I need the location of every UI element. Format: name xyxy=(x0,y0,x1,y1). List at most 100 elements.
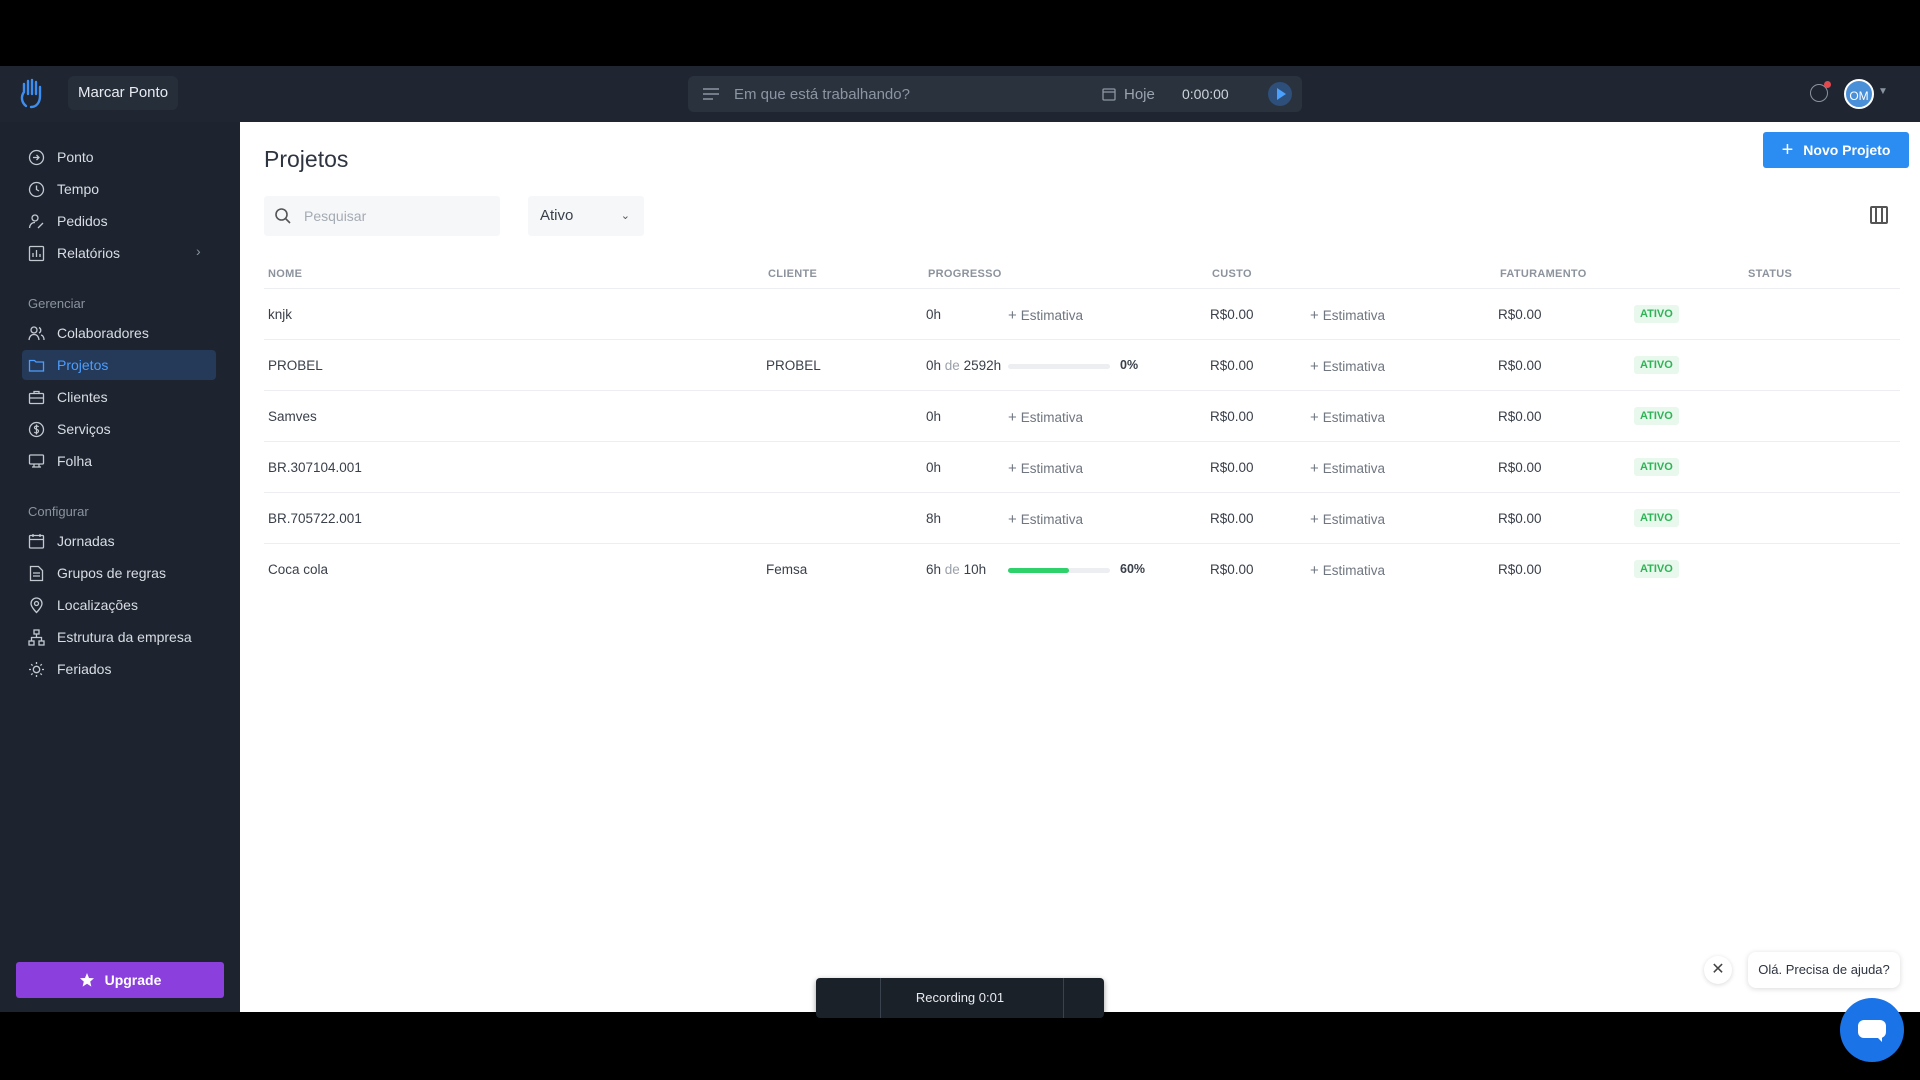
progress-hours-total: 10h xyxy=(963,562,987,577)
sidebar-item-projetos[interactable]: Projetos xyxy=(22,350,216,380)
table-row[interactable]: BR.705722.001 8h + Estimativa R$0.00 + Estimat… xyxy=(264,492,1900,543)
section-configurar: Configurar xyxy=(28,504,89,519)
column-header-cliente[interactable]: CLIENTE xyxy=(768,268,817,280)
project-billing: R$0.00 xyxy=(1498,511,1542,526)
cost-estimate-button[interactable]: + Estimativa xyxy=(1310,562,1385,579)
cost-estimate-button[interactable]: + Estimativa xyxy=(1310,307,1385,324)
sidebar-item-feriados[interactable]: Feriados xyxy=(22,654,216,684)
table-row[interactable]: Coca cola Femsa 6h de 10h 60% R$0.00 + Estimat… xyxy=(264,543,1900,594)
project-name[interactable]: Coca cola xyxy=(268,562,328,577)
location-pin-icon xyxy=(30,596,43,613)
estimate-label: Estimativa xyxy=(1322,512,1386,527)
progress-hours: 0h xyxy=(926,307,942,322)
sidebar-item-jornadas[interactable]: Jornadas xyxy=(22,526,216,556)
sidebar-item-clientes[interactable]: Clientes xyxy=(22,382,216,412)
progress-percent: 60% xyxy=(1120,562,1146,576)
section-gerenciar: Gerenciar xyxy=(28,296,86,311)
cost-estimate-button[interactable]: + Estimativa xyxy=(1310,460,1385,477)
help-notification-icon[interactable] xyxy=(1810,81,1831,102)
progress-hours-total: 2592h xyxy=(963,358,1002,373)
cost-estimate-button[interactable]: + Estimativa xyxy=(1310,409,1385,426)
progress-percent: 0% xyxy=(1120,358,1139,372)
briefcase-icon xyxy=(28,390,45,404)
column-header-status[interactable]: STATUS xyxy=(1748,268,1792,280)
status-filter-value: Ativo xyxy=(540,207,574,224)
marcar-ponto-button[interactable]: Marcar Ponto xyxy=(68,76,179,110)
progress-bar xyxy=(1008,568,1110,573)
column-header-custo[interactable]: CUSTO xyxy=(1212,268,1252,280)
sidebar-item-grupos-de-regras[interactable]: Grupos de regras xyxy=(22,558,216,588)
project-name[interactable]: Samves xyxy=(268,409,317,424)
sidebar-item-servicos[interactable]: Serviços xyxy=(22,414,216,444)
status-badge: ATIVO xyxy=(1634,509,1679,527)
columns-toggle-icon[interactable] xyxy=(1870,206,1888,224)
sidebar-item-label: Feriados xyxy=(57,661,112,677)
cost-estimate-button[interactable]: + Estimativa xyxy=(1310,358,1385,375)
new-project-button[interactable]: + Novo Projeto xyxy=(1763,132,1909,168)
time-tracker-bar: Hoje 0:00:00 xyxy=(688,76,1302,112)
sidebar-item-colaboradores[interactable]: Colaboradores xyxy=(22,318,216,348)
progress-of-label: de xyxy=(944,562,960,577)
estimate-label: Estimativa xyxy=(1322,359,1386,374)
progress-hours-logged: 0h xyxy=(926,358,942,373)
plus-icon: + xyxy=(1310,562,1319,579)
cost-estimate-button[interactable]: + Estimativa xyxy=(1310,511,1385,528)
hand-logo-icon[interactable] xyxy=(18,78,46,110)
plus-icon: + xyxy=(1008,409,1017,426)
project-billing: R$0.00 xyxy=(1498,409,1542,424)
project-name[interactable]: PROBEL xyxy=(268,358,323,373)
sidebar-item-estrutura-da-empresa[interactable]: Estrutura da empresa xyxy=(22,622,216,652)
sidebar-item-tempo[interactable]: Tempo xyxy=(22,174,216,204)
avatar[interactable]: OM xyxy=(1844,79,1874,109)
chat-prompt[interactable]: Olá. Precisa de ajuda? xyxy=(1748,952,1900,988)
status-filter-select[interactable]: Ativo ⌄ xyxy=(528,196,644,236)
project-client: Femsa xyxy=(766,562,808,577)
sidebar-item-folha[interactable]: Folha xyxy=(22,446,216,476)
table-row[interactable]: knjk 0h + Estimativa R$0.00 + Estimativa R$0.00… xyxy=(264,288,1900,339)
chevron-down-icon[interactable]: ▼ xyxy=(1878,86,1888,97)
app-frame: Marcar Ponto Hoje 0:00:00 OM ▼ Ponto xyxy=(0,66,1920,1062)
sidebar-item-label: Ponto xyxy=(57,149,94,165)
plus-icon: + xyxy=(1008,460,1017,477)
sidebar-item-ponto[interactable]: Ponto xyxy=(22,142,216,172)
task-description-input[interactable] xyxy=(734,76,1064,112)
progress-estimate-button[interactable]: + Estimativa xyxy=(1008,409,1083,426)
new-project-label: Novo Projeto xyxy=(1803,142,1891,158)
column-header-progresso[interactable]: PROGRESSO xyxy=(928,268,1002,280)
sidebar-item-label: Localizações xyxy=(57,597,138,613)
estimate-label: Estimativa xyxy=(1322,461,1386,476)
progress-estimate-button[interactable]: + Estimativa xyxy=(1008,460,1083,477)
progress-estimate-button[interactable]: + Estimativa xyxy=(1008,307,1083,324)
sidebar-item-label: Clientes xyxy=(57,389,108,405)
date-picker-button[interactable]: Hoje xyxy=(1102,76,1155,112)
table-row[interactable]: Samves 0h + Estimativa R$0.00 + Estimativa R$0.… xyxy=(264,390,1900,441)
plus-icon: + xyxy=(1310,409,1319,426)
chevron-right-icon[interactable]: › xyxy=(196,243,201,259)
estimate-label: Estimativa xyxy=(1020,410,1084,425)
table-row[interactable]: BR.307104.001 0h + Estimativa R$0.00 + Estimat… xyxy=(264,441,1900,492)
progress-bar-fill xyxy=(1008,568,1070,573)
dollar-circle-icon xyxy=(28,421,45,437)
progress-bar xyxy=(1008,364,1110,369)
people-icon xyxy=(28,325,45,340)
search-input[interactable] xyxy=(304,196,494,236)
column-header-nome[interactable]: NOME xyxy=(268,268,302,280)
project-name[interactable]: knjk xyxy=(268,307,292,322)
upgrade-button[interactable]: Upgrade xyxy=(16,962,224,998)
status-badge: ATIVO xyxy=(1634,356,1679,374)
table-row[interactable]: PROBEL PROBEL 0h de 2592h 0% R$0.00 + Estimati… xyxy=(264,339,1900,390)
play-icon[interactable] xyxy=(1268,82,1292,106)
project-name[interactable]: BR.705722.001 xyxy=(268,511,362,526)
sidebar-item-label: Tempo xyxy=(57,181,100,197)
project-name[interactable]: BR.307104.001 xyxy=(268,460,362,475)
sidebar-item-relatorios[interactable]: Relatórios xyxy=(22,238,216,268)
progress-estimate-button[interactable]: + Estimativa xyxy=(1008,511,1083,528)
sidebar-item-localizacoes[interactable]: Localizações xyxy=(22,590,216,620)
close-icon[interactable]: ✕ xyxy=(1704,956,1732,984)
sidebar-item-pedidos[interactable]: Pedidos xyxy=(22,206,216,236)
status-badge: ATIVO xyxy=(1634,458,1679,476)
column-header-faturamento[interactable]: FATURAMENTO xyxy=(1500,268,1587,280)
sidebar-item-label: Relatórios xyxy=(57,245,121,261)
chat-icon[interactable] xyxy=(1840,998,1904,1062)
date-label: Hoje xyxy=(1124,85,1155,103)
